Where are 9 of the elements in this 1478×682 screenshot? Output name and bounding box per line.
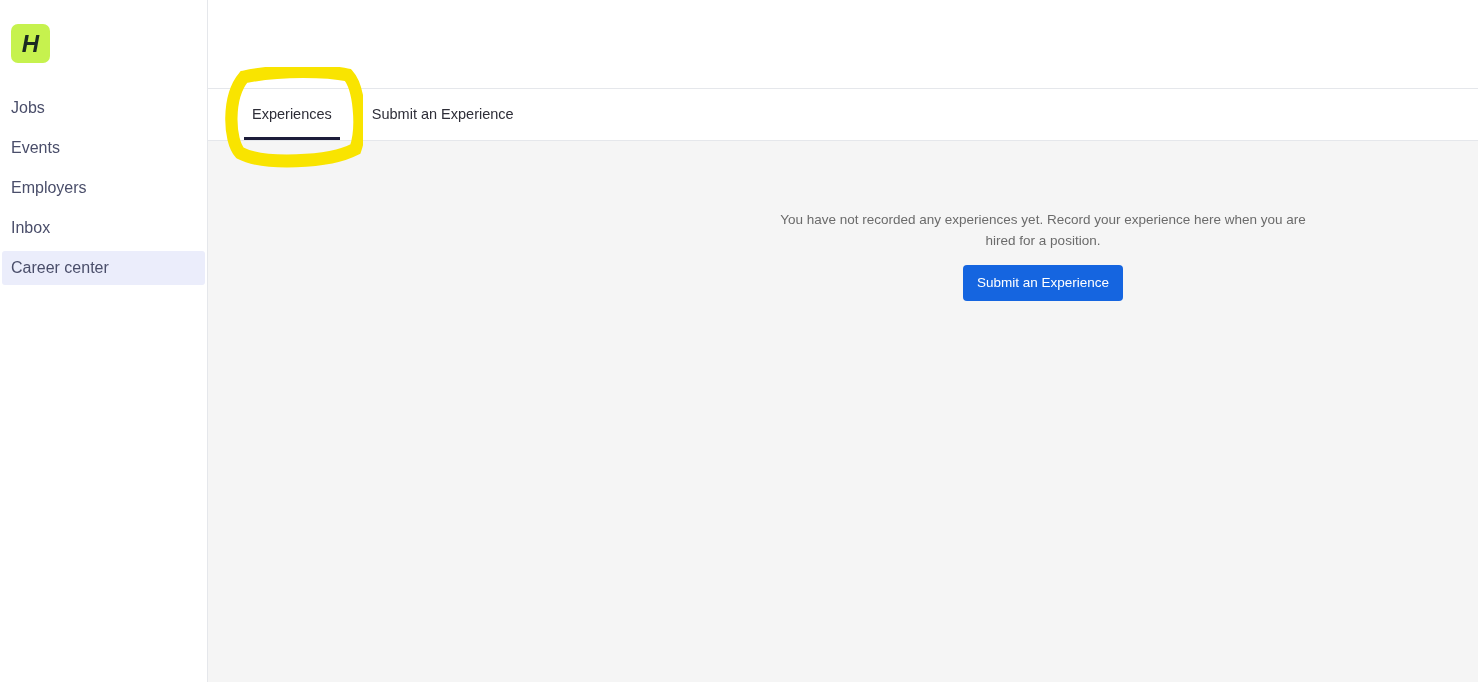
- sidebar-item[interactable]: Career center: [2, 251, 205, 285]
- logo: H: [11, 24, 50, 63]
- sidebar-item[interactable]: Inbox: [2, 211, 205, 245]
- sidebar-item[interactable]: Employers: [2, 171, 205, 205]
- submit-experience-button[interactable]: Submit an Experience: [962, 265, 1124, 301]
- sidebar-item[interactable]: Events: [2, 131, 205, 165]
- sidebar-item[interactable]: Jobs: [2, 91, 205, 125]
- tab[interactable]: Submit an Experience: [363, 89, 522, 140]
- empty-state-message: You have not recorded any experiences yet. Record your experience here when you are hired for a position.: [779, 211, 1307, 250]
